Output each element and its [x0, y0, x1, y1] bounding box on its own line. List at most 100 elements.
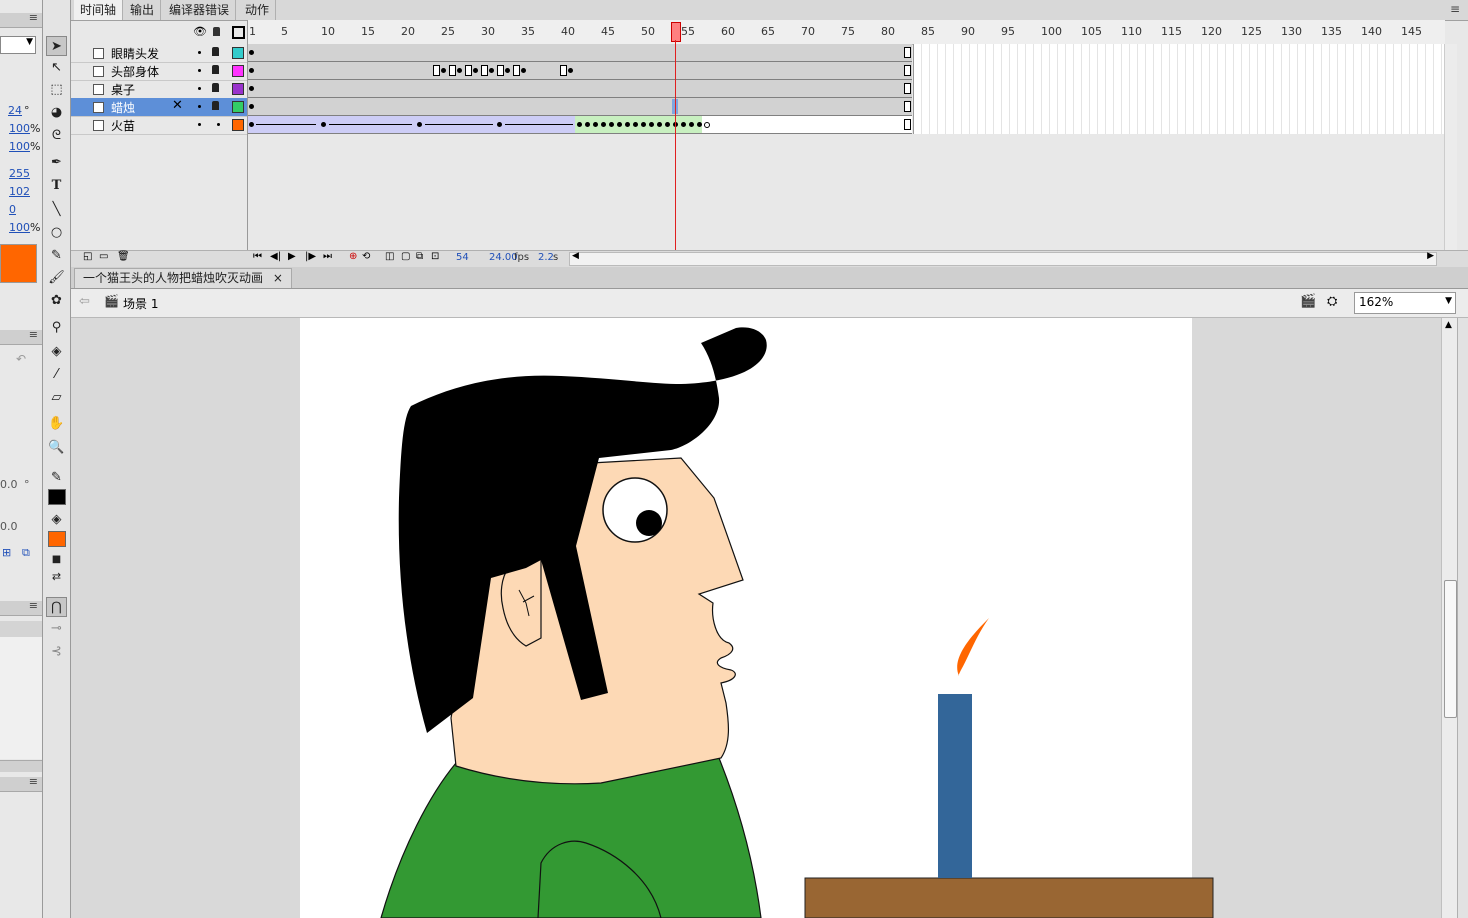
instance-dropdown[interactable]: ▼ [0, 36, 36, 54]
step-back-icon[interactable]: ◀| [270, 251, 281, 262]
new-layer-icon[interactable]: ◱ [83, 251, 92, 262]
keyframe[interactable] [249, 86, 254, 91]
color-green-value[interactable]: 102 [9, 185, 30, 198]
pen-tool-icon[interactable]: ✒ [46, 153, 67, 173]
bone-tool-icon[interactable]: ⚲ [46, 318, 67, 338]
end-frame[interactable] [904, 83, 911, 94]
keyframe-blank[interactable] [481, 65, 488, 76]
timeline-horizontal-scrollbar[interactable]: ◀ ▶ [569, 251, 1437, 266]
keyframe[interactable] [249, 50, 254, 55]
edit-multiple-frames-icon[interactable]: ⧉ [416, 251, 423, 262]
keyframe-blank[interactable] [465, 65, 472, 76]
pencil-tool-icon[interactable]: ✎ [46, 246, 67, 266]
keyframe[interactable] [697, 122, 702, 127]
tab-compiler-errors[interactable]: 编译器错误 [163, 0, 237, 20]
visibility-toggle[interactable] [198, 69, 201, 72]
outline-icon[interactable] [232, 26, 245, 39]
keyframe[interactable] [249, 104, 254, 109]
panel-menu-icon[interactable]: ≡ [29, 328, 38, 341]
library-row[interactable] [0, 621, 42, 637]
frames-row[interactable] [247, 62, 912, 80]
alpha-value[interactable]: 100 [9, 221, 30, 234]
panel-header[interactable]: ≡ [0, 775, 42, 792]
lock-icon[interactable] [212, 47, 219, 56]
visibility-toggle[interactable] [198, 123, 201, 126]
stroke-color-swatch[interactable] [48, 489, 66, 505]
scroll-up-icon[interactable]: ▲ [1445, 320, 1452, 330]
value-b[interactable]: 0.0 [0, 520, 18, 533]
transform-icon[interactable]: ⧉ [22, 546, 30, 560]
keyframe[interactable] [625, 122, 630, 127]
subselection-tool-icon[interactable]: ↖ [46, 58, 67, 78]
center-frame-icon[interactable]: ⊕ [349, 251, 357, 262]
layer-row[interactable]: 眼睛头发 [71, 44, 247, 63]
keyframe-blank[interactable] [497, 65, 504, 76]
layer-row-selected[interactable]: 蜡烛 ✕ [71, 98, 247, 117]
keyframe[interactable] [609, 122, 614, 127]
back-arrow-icon[interactable]: ⇦ [79, 294, 90, 309]
value-a[interactable]: 0.0 [0, 478, 18, 491]
keyframe[interactable] [649, 122, 654, 127]
horizontal-scrollbar[interactable] [0, 760, 42, 772]
keyframe[interactable] [321, 122, 326, 127]
paint-bucket-tool-icon[interactable]: ◈ [46, 342, 67, 362]
eyedropper-tool-icon[interactable]: ⁄ [46, 365, 67, 385]
keyframe[interactable] [633, 122, 638, 127]
undo-icon[interactable]: ↶ [16, 352, 26, 366]
document-tab[interactable]: 一个猫王头的人物把蜡烛吹灭动画 × [74, 268, 292, 288]
scroll-left-icon[interactable]: ◀ [572, 251, 579, 261]
keyframe-blank[interactable] [513, 65, 520, 76]
frames-row[interactable] [247, 80, 912, 98]
new-folder-icon[interactable]: ▭ [99, 251, 108, 262]
keyframe[interactable] [568, 68, 573, 73]
visibility-toggle[interactable] [198, 51, 201, 54]
lasso-tool-icon[interactable]: ᘓ [46, 126, 67, 146]
keyframe[interactable] [441, 68, 446, 73]
keyframe[interactable] [417, 122, 422, 127]
keyframe[interactable] [585, 122, 590, 127]
keyframe[interactable] [249, 122, 254, 127]
fill-color-icon[interactable]: ◈ [46, 510, 67, 530]
onion-skin-icon[interactable]: ◫ [385, 251, 394, 262]
brush-tool-icon[interactable]: 🖌 [46, 268, 67, 288]
layer-outline-color[interactable] [232, 47, 244, 59]
keyframe[interactable] [505, 68, 510, 73]
layer-row[interactable]: 桌子 [71, 80, 247, 99]
keyframe[interactable] [489, 68, 494, 73]
last-frame-icon[interactable]: ⏭ [323, 251, 332, 262]
close-icon[interactable]: × [273, 271, 283, 285]
align-icon[interactable]: ⊞ [2, 546, 11, 559]
3d-rotation-tool-icon[interactable]: ◕ [46, 103, 67, 123]
edit-symbol-icon[interactable]: ⛭ [1327, 294, 1337, 309]
zoom-tool-icon[interactable]: 🔍 [46, 438, 67, 458]
keyframe[interactable] [497, 122, 502, 127]
tab-timeline[interactable]: 时间轴 [74, 0, 124, 20]
swap-colors-icon[interactable]: ⇄ [46, 567, 67, 587]
layer-outline-color[interactable] [232, 101, 244, 113]
stroke-color-icon[interactable]: ✎ [46, 468, 67, 488]
panel-menu-icon[interactable]: ≡ [29, 599, 38, 612]
zoom-dropdown[interactable]: 162% ▼ [1354, 292, 1456, 314]
edit-scene-icon[interactable]: 🎬 [1300, 294, 1316, 309]
rotation-value[interactable]: 24 [8, 104, 22, 117]
frames-row[interactable] [247, 116, 912, 134]
keyframe[interactable] [689, 122, 694, 127]
straighten-icon[interactable]: ⊰ [46, 642, 67, 662]
keyframe[interactable] [521, 68, 526, 73]
lock-toggle[interactable] [217, 123, 220, 126]
stage-pasteboard[interactable] [71, 318, 1441, 918]
layer-outline-color[interactable] [232, 119, 244, 131]
loop-icon[interactable]: ⟲ [362, 251, 370, 262]
onion-outline-icon[interactable]: ▢ [401, 251, 410, 262]
eye-icon[interactable]: 👁 [193, 25, 207, 38]
color-red-value[interactable]: 255 [9, 167, 30, 180]
scale-height-value[interactable]: 100 [9, 140, 30, 153]
visibility-toggle[interactable] [198, 105, 201, 108]
first-frame-icon[interactable]: ⏮ [253, 251, 262, 262]
stage-vertical-scrollbar[interactable]: ▲ [1441, 318, 1458, 918]
keyframe[interactable] [657, 122, 662, 127]
layer-row[interactable]: 火苗 [71, 116, 247, 135]
frames-row[interactable] [247, 44, 912, 62]
snap-magnet-icon[interactable]: ⋂ [46, 597, 67, 617]
layer-row[interactable]: 头部身体 [71, 62, 247, 81]
